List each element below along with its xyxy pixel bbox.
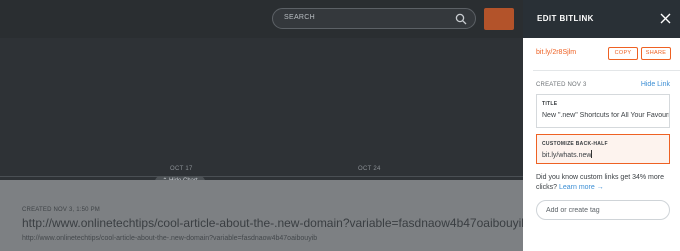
backhalf-label: CUSTOMIZE BACK-HALF <box>542 141 608 147</box>
panel-title: EDIT BITLINK <box>537 14 594 23</box>
custom-link-tip: Did you know custom links get 34% more c… <box>536 173 676 192</box>
hide-link-button[interactable]: Hide Link <box>641 81 670 88</box>
x-axis-tick: OCT 17 <box>170 166 193 172</box>
title-field[interactable]: TITLE New ".new" Shortcuts for All Your … <box>536 94 670 128</box>
link-created-date: CREATED NOV 3, 1:50 PM <box>22 207 100 213</box>
close-icon[interactable] <box>660 13 671 24</box>
search-box[interactable]: SEARCH <box>272 8 476 29</box>
short-link[interactable]: bit.ly/2r8Sjlm <box>536 49 576 56</box>
text-caret <box>591 150 593 158</box>
tag-input[interactable] <box>536 200 670 220</box>
create-button[interactable] <box>484 8 514 30</box>
copy-button[interactable]: COPY <box>608 47 638 60</box>
search-icon[interactable] <box>455 13 467 25</box>
edit-bitlink-panel: EDIT BITLINK bit.ly/2r8Sjlm COPY SHARE C… <box>523 0 680 251</box>
x-axis-tick: OCT 24 <box>358 166 381 172</box>
backhalf-input[interactable]: bit.ly/whats.new <box>542 152 591 159</box>
divider <box>533 70 680 71</box>
title-input[interactable]: New ".new" Shortcuts for All Your Favour… <box>542 112 669 119</box>
panel-header: EDIT BITLINK <box>523 0 680 38</box>
dashboard-backdrop: SEARCH OCT 17 OCT 24 ⌃ Hide Chart CREATE… <box>0 0 523 251</box>
chart-baseline <box>0 176 523 177</box>
search-placeholder: SEARCH <box>284 14 315 21</box>
backhalf-field[interactable]: CUSTOMIZE BACK-HALF bit.ly/whats.new <box>536 134 670 164</box>
backhalf-input-wrap[interactable]: bit.ly/whats.new <box>542 150 669 159</box>
learn-more-link[interactable]: Learn more → <box>559 184 604 191</box>
share-button[interactable]: SHARE <box>641 47 671 60</box>
link-long-url[interactable]: http://www.onlinetechtips/cool-article-a… <box>22 235 317 242</box>
link-title: http://www.onlinetechtips/cool-article-a… <box>22 216 523 230</box>
title-label: TITLE <box>542 101 558 107</box>
top-bar: SEARCH <box>0 0 523 38</box>
created-label: CREATED NOV 3 <box>536 82 587 88</box>
